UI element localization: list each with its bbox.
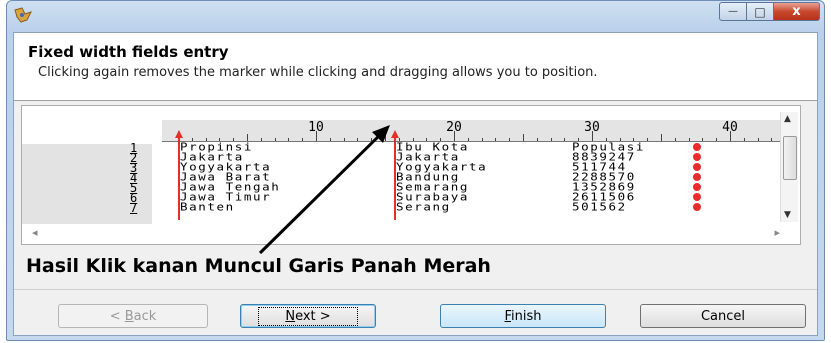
cancel-button-label: Cancel	[700, 308, 746, 324]
maximize-icon: □	[754, 4, 766, 19]
table-cell-col1: Banten	[180, 200, 235, 214]
ruler-tick	[495, 138, 497, 141]
next-button-label: Next >	[285, 308, 331, 324]
fixed-width-preview[interactable]: 10 20 30 40 1 Propinsi Ibu Kota Populasi 2 Jakar…	[21, 105, 801, 245]
ruler-tick	[274, 138, 276, 141]
scroll-down-icon[interactable]: ▼	[784, 210, 791, 220]
row-end-marker	[693, 193, 701, 201]
vertical-scrollbar[interactable]: ▲ ▼	[780, 112, 798, 222]
back-button-label: < Back	[109, 308, 157, 324]
line-number: 7	[130, 201, 138, 215]
column-marker-start[interactable]	[178, 132, 180, 220]
ruler-tick	[550, 138, 552, 141]
ruler-label: 40	[722, 120, 738, 135]
scroll-right-icon[interactable]: ▸	[774, 226, 780, 239]
minimize-button[interactable]: —	[719, 2, 747, 21]
ruler-tick	[674, 138, 676, 141]
ruler-tick	[481, 138, 483, 141]
finish-button-label: Finish	[504, 308, 542, 324]
title-bar[interactable]: — □ x	[7, 1, 824, 31]
ruler-label: 20	[446, 120, 462, 135]
horizontal-scrollbar[interactable]: ◂ ▸	[32, 226, 780, 240]
column-ruler[interactable]: 10 20 30 40	[162, 120, 787, 142]
ruler-tick	[661, 134, 662, 141]
row-end-marker	[693, 143, 701, 151]
annotation-caption: Hasil Klik kanan Muncul Garis Panah Mera…	[26, 255, 491, 277]
ruler-tick	[329, 138, 331, 141]
table-cell-col3: 501562	[572, 200, 627, 214]
page-description: Clicking again removes the marker while …	[38, 65, 598, 80]
back-button[interactable]: < Back	[58, 304, 208, 328]
scroll-up-icon[interactable]: ▲	[784, 114, 791, 124]
ruler-tick	[743, 138, 745, 141]
next-button[interactable]: Next >	[240, 304, 376, 328]
row-end-marker	[693, 163, 701, 171]
ruler-label: 10	[308, 120, 324, 135]
wizard-header: Fixed width fields entry Clicking again …	[14, 33, 817, 101]
ruler-tick	[509, 138, 511, 141]
column-marker-break[interactable]	[394, 132, 396, 220]
button-bar: < Back Next > Finish Cancel	[14, 289, 817, 337]
ruler-tick	[302, 138, 304, 141]
ruler-tick	[371, 138, 373, 141]
ruler-tick	[688, 138, 690, 141]
wizard-client-area: Fixed width fields entry Clicking again …	[13, 32, 818, 336]
app-icon	[14, 7, 32, 23]
ruler-tick	[523, 134, 524, 141]
ruler-tick	[343, 138, 345, 141]
table-cell-col2: Serang	[396, 200, 451, 214]
row-end-marker	[693, 173, 701, 181]
close-button[interactable]: x	[774, 2, 820, 21]
ruler-tick	[288, 138, 290, 141]
ruler-label: 30	[584, 120, 600, 135]
scroll-thumb[interactable]	[783, 136, 797, 180]
maximize-button[interactable]: □	[747, 2, 774, 21]
row-end-marker	[693, 183, 701, 191]
cancel-button[interactable]: Cancel	[640, 304, 806, 328]
ruler-tick	[702, 138, 704, 141]
ruler-tick	[771, 138, 773, 141]
ruler-tick	[536, 138, 538, 141]
ruler-tick	[260, 138, 262, 141]
ruler-tick	[357, 138, 359, 141]
ruler-tick	[564, 138, 566, 141]
close-icon: x	[792, 4, 801, 19]
wizard-window: — □ x Fixed width fields entry Clicking …	[6, 0, 825, 341]
minimize-icon: —	[728, 6, 738, 17]
ruler-tick	[385, 134, 386, 141]
row-end-marker	[693, 203, 701, 211]
ruler-tick	[647, 138, 649, 141]
scroll-left-icon[interactable]: ◂	[32, 226, 38, 239]
finish-button[interactable]: Finish	[440, 304, 606, 328]
ruler-tick	[716, 138, 718, 141]
row-end-marker	[693, 153, 701, 161]
page-title: Fixed width fields entry	[28, 43, 229, 61]
ruler-tick	[757, 138, 759, 141]
